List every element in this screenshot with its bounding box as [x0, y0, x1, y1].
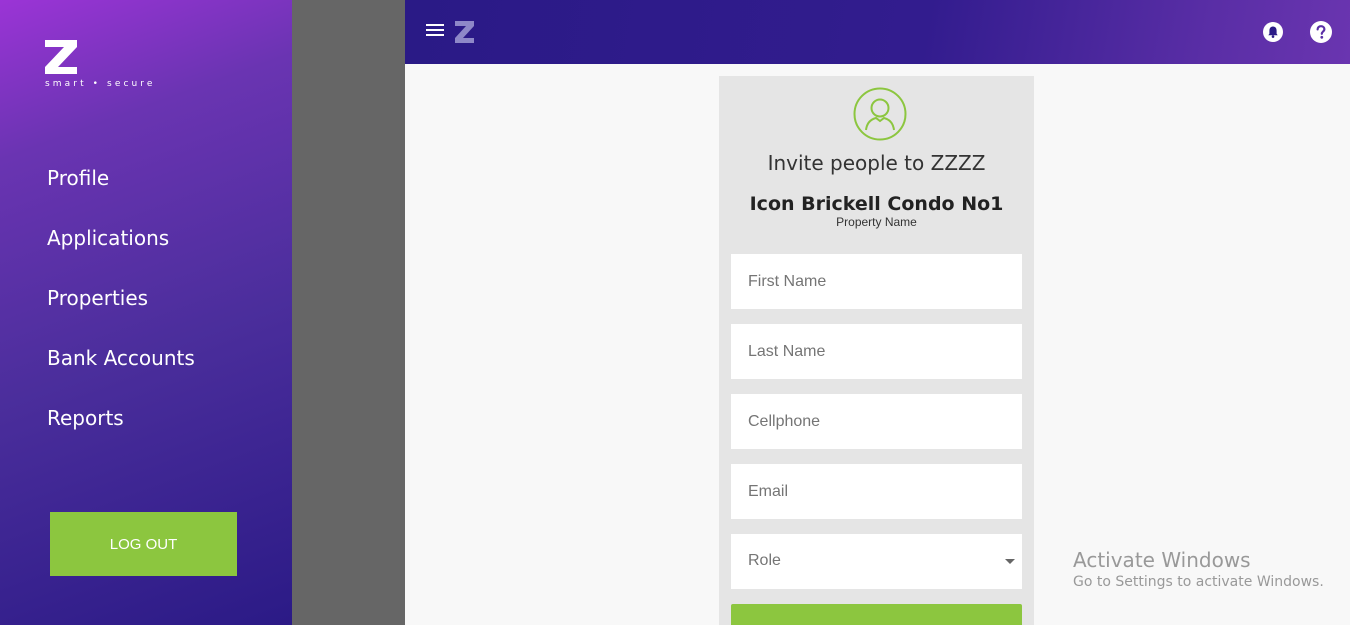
sidebar-item-bank-accounts[interactable]: Bank Accounts	[47, 343, 195, 403]
help-icon[interactable]	[1310, 21, 1332, 43]
watermark-subtitle: Go to Settings to activate Windows.	[1073, 574, 1324, 590]
user-avatar-icon	[853, 87, 907, 141]
watermark-title: Activate Windows	[1073, 548, 1251, 572]
z-logo-icon[interactable]	[455, 21, 474, 43]
sidebar-item-reports[interactable]: Reports	[47, 403, 195, 463]
role-select-label: Role	[748, 552, 781, 569]
sidebar-item-profile[interactable]: Profile	[47, 163, 195, 223]
activate-windows-watermark: Activate Windows Go to Settings to activ…	[1073, 548, 1324, 590]
logo-tagline: smart • secure	[45, 79, 156, 89]
menu-icon[interactable]	[426, 24, 444, 38]
invite-card: Invite people to ZZZZ Icon Brickell Cond…	[719, 76, 1034, 625]
role-select[interactable]: Role	[731, 534, 1022, 589]
cellphone-field[interactable]	[731, 394, 1022, 449]
first-name-field[interactable]	[731, 254, 1022, 309]
dropdown-caret-icon	[1005, 559, 1015, 564]
sidebar-item-applications[interactable]: Applications	[47, 223, 195, 283]
sidebar-nav: Profile Applications Properties Bank Acc…	[47, 163, 195, 463]
property-name: Icon Brickell Condo No1	[749, 193, 1004, 215]
property-name-caption: Property Name	[836, 215, 917, 229]
sidebar-item-properties[interactable]: Properties	[47, 283, 195, 343]
brand-logo[interactable]: smart • secure	[45, 40, 175, 90]
sidebar: smart • secure Profile Applications Prop…	[0, 0, 292, 625]
invite-button[interactable]: INVITE	[731, 604, 1022, 625]
logout-button[interactable]: LOG OUT	[50, 512, 237, 576]
last-name-field[interactable]	[731, 324, 1022, 379]
sidebar-gutter	[292, 0, 405, 625]
card-title: Invite people to ZZZZ	[767, 151, 986, 175]
top-header	[405, 0, 1350, 64]
bell-icon[interactable]	[1263, 22, 1283, 42]
email-field[interactable]	[731, 464, 1022, 519]
z-logo-icon	[45, 40, 77, 74]
